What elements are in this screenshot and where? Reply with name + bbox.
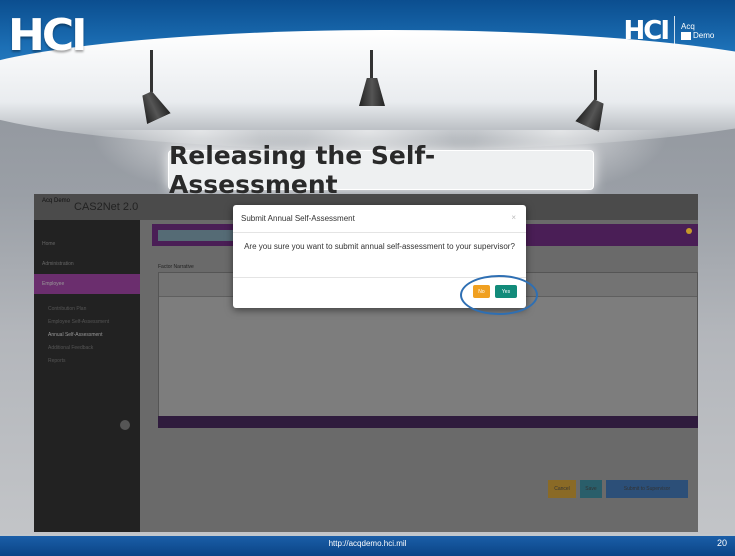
- app-name: CAS2Net 2.0: [74, 201, 139, 213]
- highlight-circle: [460, 275, 538, 315]
- sidebar: Home Administration Employee Contributio…: [34, 220, 140, 532]
- sidebar-item-home[interactable]: Home: [34, 234, 140, 254]
- status-dot-icon: [686, 228, 692, 234]
- footer-url: http://acqdemo.hci.mil: [328, 539, 407, 548]
- hci-logo-left: HCI: [8, 10, 87, 61]
- sidebar-subitem-reports[interactable]: Reports: [34, 354, 140, 367]
- notice-badge: [158, 230, 238, 241]
- dialog-divider: [233, 232, 526, 233]
- dialog-message: Are you sure you want to submit annual s…: [244, 242, 515, 251]
- hci-logo-right: HCI: [623, 16, 669, 46]
- sidebar-subitem-annual-self-assessment[interactable]: Annual Self-Assessment: [34, 328, 140, 341]
- acq-blocks-icon: [681, 31, 691, 40]
- sidebar-subitem-contribution-plan[interactable]: Contribution Plan: [34, 302, 140, 315]
- slide-title-box: Releasing the Self-Assessment: [168, 141, 594, 199]
- dialog-title: Submit Annual Self-Assessment: [241, 214, 355, 223]
- sidebar-item-employee[interactable]: Employee: [34, 274, 140, 294]
- save-button[interactable]: Save: [580, 480, 602, 498]
- acq-logo-line2: Demo: [693, 31, 715, 40]
- submit-to-supervisor-button[interactable]: Submit to Supervisor: [606, 480, 688, 498]
- sidebar-subitem-additional-feedback[interactable]: Additional Feedback: [34, 341, 140, 354]
- slide-title: Releasing the Self-Assessment: [169, 141, 436, 199]
- logo-divider: [674, 16, 675, 46]
- sidebar-item-administration[interactable]: Administration: [34, 254, 140, 274]
- collapse-sidebar-icon[interactable]: [120, 420, 130, 430]
- app-logo: Acq Demo: [42, 198, 71, 204]
- acq-logo-line1: Acq: [681, 22, 695, 31]
- page-number: 20: [716, 538, 727, 548]
- sidebar-subitem-employee-self-assessment[interactable]: Employee Self-Assessment: [34, 315, 140, 328]
- cancel-button[interactable]: Cancel: [548, 480, 576, 498]
- close-icon[interactable]: ×: [511, 213, 516, 222]
- acqdemo-logo: Acq Demo: [681, 22, 721, 40]
- editor-footer: [158, 416, 698, 428]
- logo-group-right: HCI Acq Demo: [623, 16, 721, 46]
- factor-narrative-label: Factor Narrative: [158, 264, 194, 270]
- slide: HCI HCI Acq Demo Releasing the Self-Asse…: [0, 0, 735, 556]
